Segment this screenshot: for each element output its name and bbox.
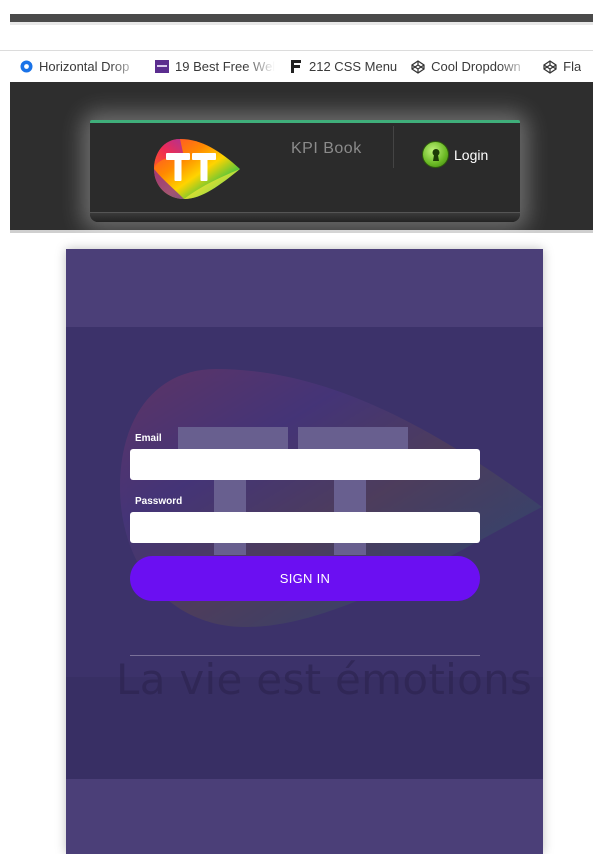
purple-square-icon xyxy=(155,60,169,74)
window-top-bar xyxy=(10,14,593,22)
blue-circle-icon xyxy=(19,60,33,74)
background-logo-image xyxy=(66,369,543,779)
background-slogan: La vie est émotions xyxy=(116,655,533,704)
nav-shelf xyxy=(90,212,520,222)
form-divider xyxy=(130,655,480,656)
password-label: Password xyxy=(135,496,183,507)
login-label: Login xyxy=(454,146,489,163)
login-button[interactable]: Login xyxy=(422,141,488,168)
password-field[interactable] xyxy=(130,512,480,543)
bookmark-212-css-menu[interactable]: 212 CSS Menu xyxy=(289,59,397,74)
bookmark-label: 212 CSS Menu xyxy=(309,59,398,74)
bookmark-label: Fla xyxy=(563,59,582,74)
header-divider xyxy=(10,230,593,233)
sign-in-button[interactable]: SIGN IN xyxy=(130,556,480,601)
page: Horizontal Drop 19 Best Free Wel 212 CSS… xyxy=(0,0,593,854)
bookmark-cool-dropdown[interactable]: Cool Dropdown xyxy=(411,59,529,74)
panel-footer xyxy=(66,779,543,854)
bookmark-fla[interactable]: Fla xyxy=(543,59,581,74)
bookmark-horizontal-drop[interactable]: Horizontal Drop xyxy=(19,59,141,74)
email-field[interactable] xyxy=(130,449,480,480)
codepen-icon xyxy=(543,59,557,74)
login-card: La vie est émotions Email Password SIGN … xyxy=(66,327,543,779)
bookmarks-bar: Horizontal Drop 19 Best Free Wel 212 CSS… xyxy=(0,50,593,82)
window-top-divider xyxy=(10,22,593,25)
nav-divider xyxy=(393,126,394,168)
tt-logo[interactable] xyxy=(150,135,242,203)
bookmark-label: Cool Dropdown xyxy=(431,59,521,74)
app-title[interactable]: KPI Book xyxy=(291,140,362,158)
bookmark-label: 19 Best Free Wel xyxy=(175,59,275,74)
email-label: Email xyxy=(135,433,162,444)
login-panel: La vie est émotions Email Password SIGN … xyxy=(66,249,543,854)
f-logo-icon xyxy=(289,60,303,74)
bookmark-label: Horizontal Drop xyxy=(39,59,130,74)
codepen-icon xyxy=(411,59,425,74)
keyhole-icon xyxy=(422,141,449,168)
bookmark-19-best-free[interactable]: 19 Best Free Wel xyxy=(155,59,275,74)
